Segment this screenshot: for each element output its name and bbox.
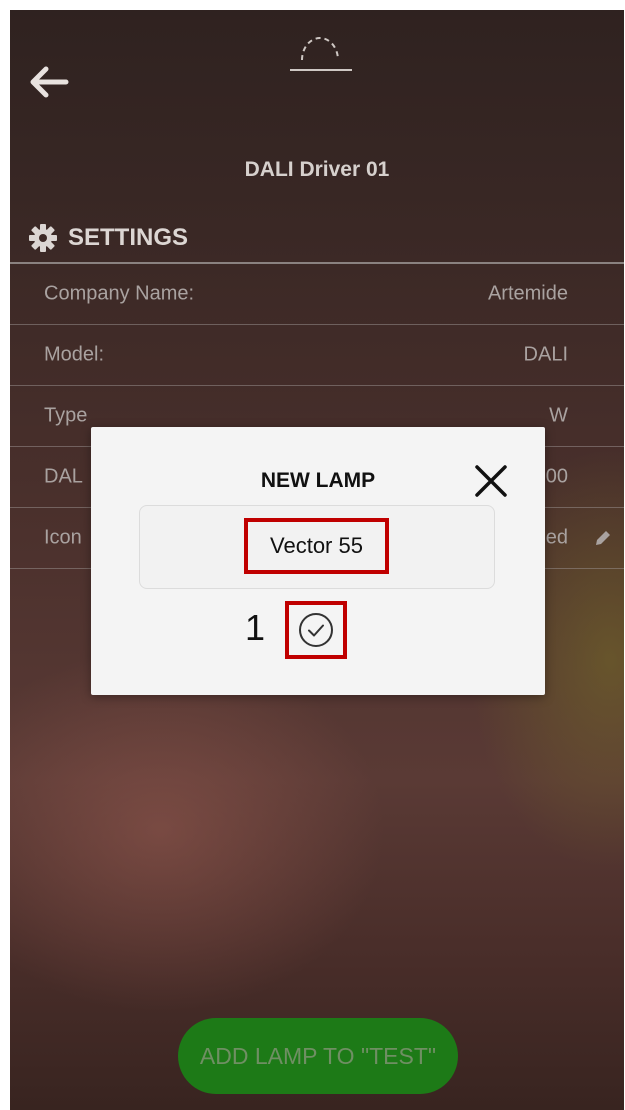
row-label: Type — [44, 404, 88, 427]
row-value: ed — [545, 526, 568, 549]
device-title: DALI Driver 01 — [244, 158, 390, 181]
check-circle-icon — [299, 613, 333, 647]
add-lamp-button[interactable]: ADD LAMP TO "TEST" — [178, 1018, 458, 1094]
row-label: DAL — [44, 465, 83, 488]
row-value: W — [549, 404, 568, 427]
row-label: Company Name: — [44, 282, 195, 305]
settings-row-company: Company Name: Artemide — [10, 264, 624, 325]
annotation-number: 1 — [245, 607, 266, 648]
gear-icon — [29, 224, 57, 252]
row-value: DALI — [523, 343, 568, 366]
settings-header: SETTINGS — [28, 218, 188, 258]
row-value: 00 — [545, 465, 568, 488]
new-lamp-dialog: NEW LAMP Vector 55 1 — [91, 427, 545, 695]
settings-title: SETTINGS — [68, 224, 189, 251]
lamp-arc-icon — [290, 37, 352, 71]
lamp-name-input[interactable]: Vector 55 — [139, 505, 495, 589]
confirm-button[interactable] — [285, 601, 347, 659]
pencil-icon[interactable] — [594, 529, 612, 547]
close-icon[interactable] — [473, 463, 509, 499]
row-label: Icon — [44, 526, 82, 549]
row-label: Model: — [44, 343, 105, 366]
row-value: Artemide — [487, 282, 568, 305]
settings-row-model: Model: DALI — [10, 325, 624, 386]
arrow-left-icon[interactable] — [26, 62, 76, 102]
lamp-name-value: Vector 55 — [244, 518, 389, 574]
